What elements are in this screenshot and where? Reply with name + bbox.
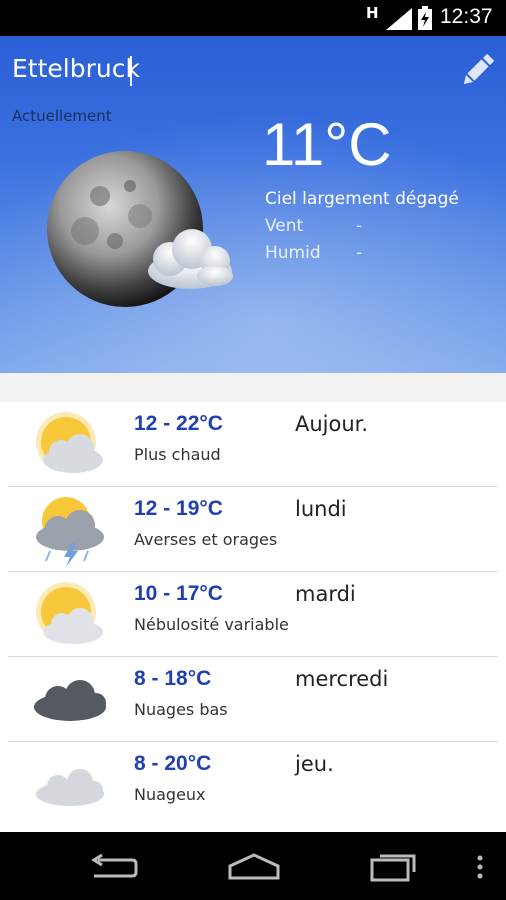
sun-cloud-icon <box>36 412 103 473</box>
forecast-row[interactable]: 8 - 18°C Nuages bas mercredi <box>0 657 506 742</box>
forecast-description: Nuageux <box>134 785 206 804</box>
temperature-range: 8 - 20°C <box>134 752 212 775</box>
forecast-row[interactable]: 10 - 17°C Nébulosité variable mardi <box>0 572 506 657</box>
forecast-row[interactable]: 12 - 22°C Plus chaud Aujour. <box>0 402 506 487</box>
pencil-icon[interactable] <box>458 50 498 90</box>
network-type: H <box>366 4 379 22</box>
forecast-row[interactable]: 12 - 19°C Averses et orages lundi <box>0 487 506 572</box>
temperature-range: 12 - 22°C <box>134 412 223 435</box>
forecast-description: Averses et orages <box>134 530 278 549</box>
navigation-bar <box>0 832 506 900</box>
forecast-description: Nébulosité variable <box>134 615 289 634</box>
text-cursor <box>130 56 132 86</box>
forecast-list: 12 - 22°C Plus chaud Aujour. 12 - 19°C A… <box>0 402 506 832</box>
thunderstorm-icon <box>36 497 104 567</box>
temperature-range: 10 - 17°C <box>134 582 223 605</box>
wind-row: Vent - <box>265 216 362 236</box>
overflow-menu-icon[interactable] <box>474 854 486 880</box>
cloud-icon <box>36 769 104 806</box>
temperature-range: 8 - 18°C <box>134 667 212 690</box>
forecast-day: lundi <box>295 497 347 521</box>
recent-apps-icon[interactable] <box>370 852 420 882</box>
humidity-row: Humid - <box>265 243 362 263</box>
forecast-description: Plus chaud <box>134 445 221 464</box>
sun-cloud-icon <box>36 582 103 644</box>
status-bar: H 12:37 <box>0 0 506 36</box>
city-input[interactable]: Ettelbruck <box>12 54 140 83</box>
forecast-day: mercredi <box>295 667 389 691</box>
current-condition: Ciel largement dégagé <box>265 189 459 209</box>
dark-cloud-icon <box>34 680 106 721</box>
wind-label: Vent <box>265 216 304 236</box>
forecast-day: jeu. <box>295 752 334 776</box>
temperature-range: 12 - 19°C <box>134 497 223 520</box>
moon-cloud-icon <box>47 151 233 307</box>
battery-icon <box>418 6 432 30</box>
forecast-row[interactable]: 8 - 20°C Nuageux jeu. <box>0 742 506 827</box>
separator-band <box>0 373 506 402</box>
forecast-day: mardi <box>295 582 356 606</box>
humidity-label: Humid <box>265 243 321 263</box>
signal-icon <box>386 8 412 30</box>
wind-value: - <box>356 216 363 236</box>
now-label: Actuellement <box>12 107 112 125</box>
current-temperature: 11°C <box>262 111 392 178</box>
humidity-value: - <box>356 243 363 263</box>
home-icon[interactable] <box>226 852 282 880</box>
current-weather-panel: Ettelbruck Actuellement 11°C Ciel largem… <box>0 36 506 373</box>
forecast-description: Nuages bas <box>134 700 228 719</box>
back-icon[interactable] <box>88 854 138 880</box>
forecast-day: Aujour. <box>295 412 369 436</box>
clock: 12:37 <box>440 5 493 28</box>
